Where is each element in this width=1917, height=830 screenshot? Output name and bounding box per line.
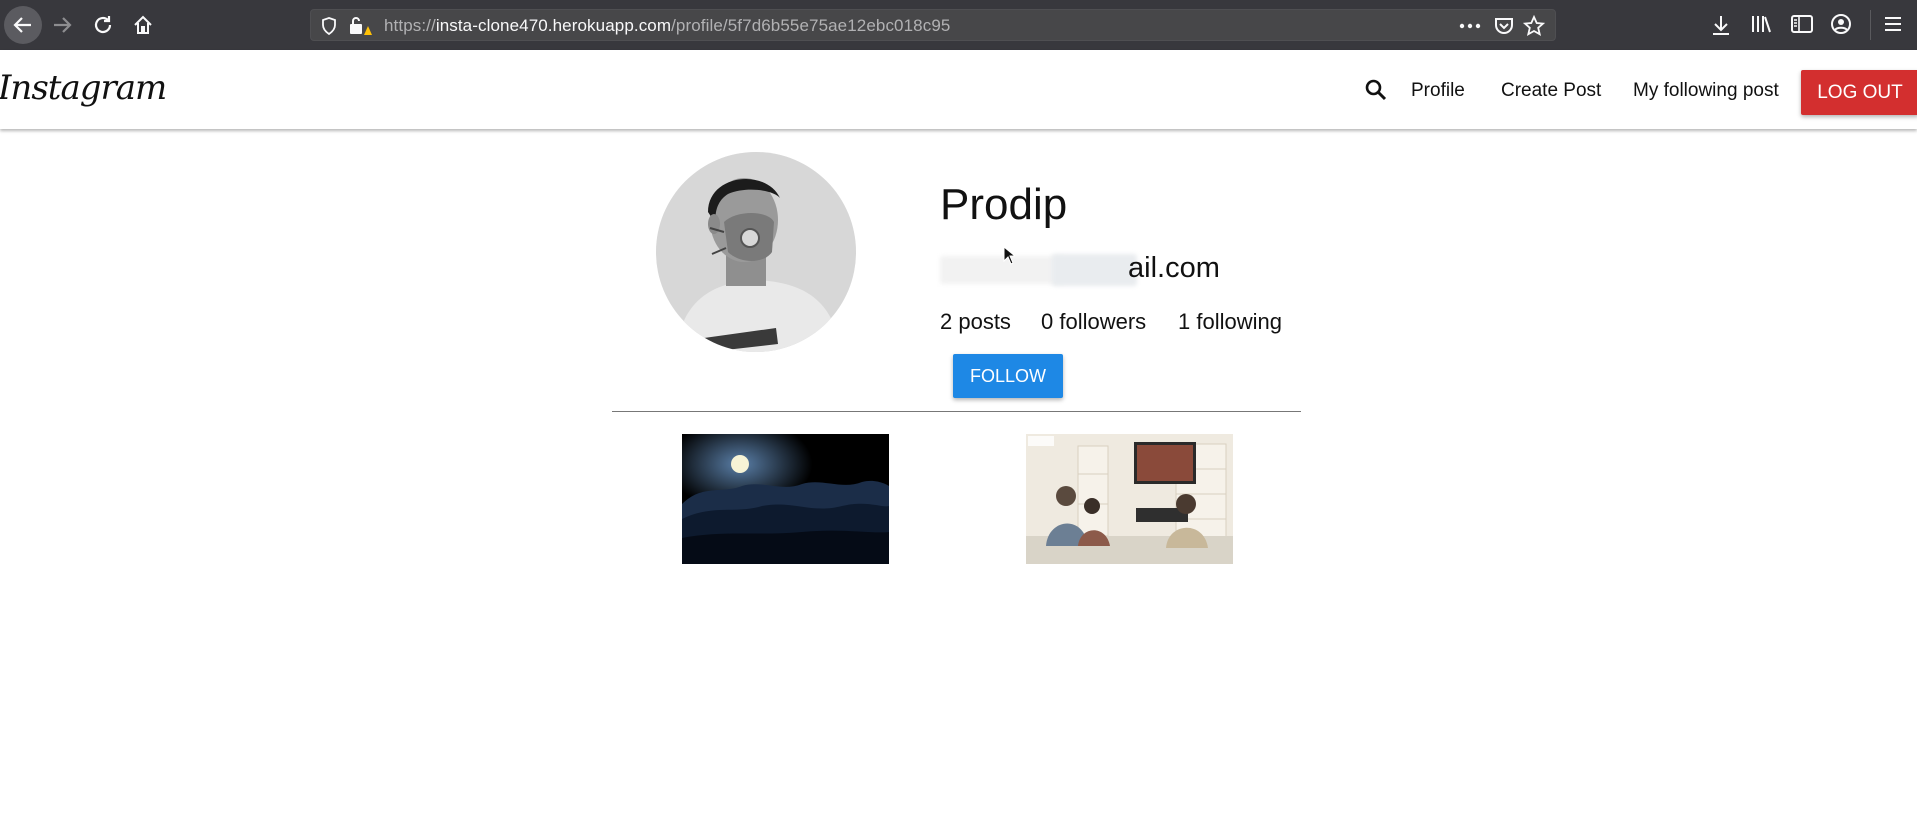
following-count[interactable]: 1 following bbox=[1178, 309, 1282, 335]
url-text[interactable]: https://insta-clone470.herokuapp.com/pro… bbox=[384, 16, 950, 36]
pocket-icon[interactable] bbox=[1494, 16, 1514, 36]
followers-count[interactable]: 0 followers bbox=[1041, 309, 1146, 335]
forward-button[interactable] bbox=[44, 7, 80, 43]
follow-button[interactable]: FOLLOW bbox=[953, 354, 1063, 398]
sidebar-icon[interactable] bbox=[1791, 15, 1813, 33]
library-icon[interactable] bbox=[1750, 14, 1772, 34]
profile-divider bbox=[612, 411, 1301, 412]
nav-create-post-link[interactable]: Create Post bbox=[1501, 80, 1601, 102]
logout-button[interactable]: LOG OUT bbox=[1801, 70, 1917, 115]
profile-name: Prodip bbox=[940, 180, 1068, 229]
post-thumbnail-living-room[interactable] bbox=[1026, 434, 1233, 564]
account-icon[interactable] bbox=[1830, 13, 1852, 35]
download-icon[interactable] bbox=[1711, 14, 1731, 36]
mouse-cursor bbox=[1003, 246, 1015, 265]
shield-icon bbox=[322, 17, 336, 35]
star-icon[interactable] bbox=[1523, 15, 1545, 37]
url-path: /profile/5f7d6b55e75ae12ebc018c95 bbox=[671, 16, 951, 35]
instagram-logo[interactable]: Instagram bbox=[0, 68, 167, 108]
search-icon[interactable] bbox=[1364, 78, 1388, 102]
reload-button[interactable] bbox=[85, 7, 121, 43]
email-redaction bbox=[1052, 254, 1137, 286]
nav-profile-link[interactable]: Profile bbox=[1411, 80, 1465, 102]
posts-count: 2 posts bbox=[940, 309, 1011, 334]
url-prefix: https:// bbox=[384, 16, 436, 35]
browser-toolbar: https://insta-clone470.herokuapp.com/pro… bbox=[0, 0, 1917, 50]
back-icon bbox=[13, 17, 31, 33]
email-text: ail.com bbox=[1128, 252, 1220, 284]
home-icon bbox=[134, 15, 152, 34]
url-host: insta-clone470.herokuapp.com bbox=[435, 16, 672, 35]
nav-following-post-link[interactable]: My following post bbox=[1633, 80, 1779, 102]
more-icon[interactable] bbox=[1459, 23, 1481, 29]
toolbar-separator bbox=[1870, 10, 1871, 40]
profile-avatar bbox=[656, 152, 856, 352]
forward-icon bbox=[54, 17, 72, 33]
reload-icon bbox=[94, 16, 112, 34]
profile-email: ail.com bbox=[940, 246, 1280, 292]
back-button[interactable] bbox=[4, 6, 42, 44]
home-button[interactable] bbox=[125, 7, 161, 43]
menu-icon[interactable] bbox=[1883, 16, 1903, 32]
url-bar[interactable]: https://insta-clone470.herokuapp.com/pro… bbox=[310, 9, 1556, 41]
navbar: Instagram Profile Create Post My followi… bbox=[0, 50, 1917, 129]
lock-warning-icon bbox=[350, 17, 372, 35]
post-thumbnail-moon[interactable] bbox=[682, 434, 889, 564]
